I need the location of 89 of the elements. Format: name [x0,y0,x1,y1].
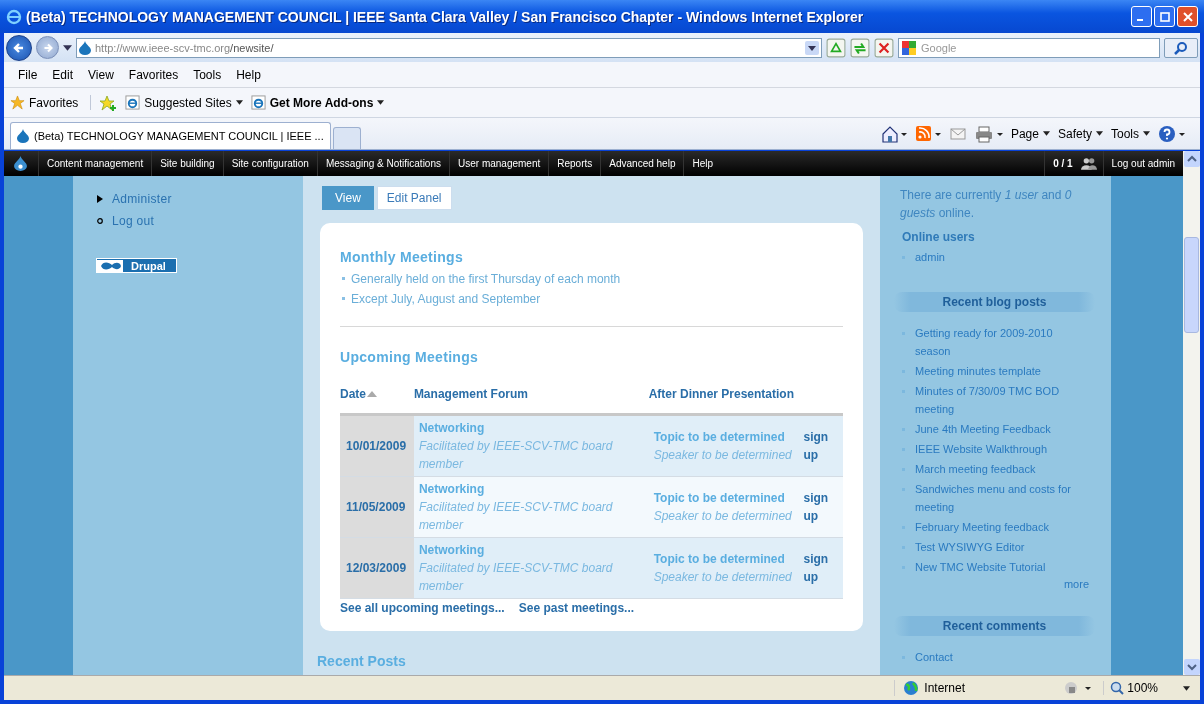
sidebar-link[interactable]: Log out [112,214,155,228]
block-heading: Recent comments [894,616,1095,636]
caret-icon [1143,131,1150,136]
event-note: Facilitated by IEEE-SCV-TMC board member [418,499,614,534]
command-menu[interactable]: Page [1010,126,1050,141]
search-icon [1174,40,1188,55]
menu-item[interactable]: Help [230,67,267,82]
drupal-badge[interactable]: Drupal [96,258,177,273]
window-title: (Beta) TECHNOLOGY MANAGEMENT COUNCIL | IEEE Santa Clara Valley / San Francisco Chapter - Windows Internet Explorer [26,8,865,25]
menu-item[interactable]: View [82,67,120,82]
drop-logo-icon [97,259,123,272]
block-heading: Online users [902,230,976,244]
sidebar-link[interactable]: Administer [112,192,172,206]
security-zone: Internet [894,680,1054,696]
search-button[interactable] [1164,37,1198,58]
date-cell: 10/01/2009 [340,414,414,477]
column-header[interactable]: Date [340,387,366,401]
browser-page-icon [250,95,266,110]
more-link[interactable]: See all upcoming meetings... [340,601,505,615]
minimize-icon [1137,19,1143,21]
favorites-link[interactable]: Get More Add-ons [250,95,385,110]
address-field[interactable]: http://www.ieee-scv-tmc.org/newsite/ [76,37,822,58]
browser-page-icon [125,95,141,110]
caret-icon [1042,131,1050,136]
view-tab[interactable]: Edit Panel [376,186,452,210]
menu-item[interactable]: Favorites [122,67,185,82]
date-cell: 12/03/2009 [340,537,414,599]
compatibility-icon[interactable] [826,37,846,58]
list-text: Generally held on the first Thursday of each month [351,271,621,286]
scrollbar-thumb[interactable] [1184,237,1199,333]
history-caret-icon[interactable] [63,44,72,51]
back-button[interactable] [6,34,32,61]
scroll-down-icon[interactable] [1184,659,1200,675]
globe-icon [903,680,920,696]
date-cell: 11/05/2009 [340,476,414,538]
users-icon [1080,157,1097,170]
caret-icon [1096,131,1103,136]
event-note: Speaker to be determined [653,569,793,586]
favorites-link[interactable]: Suggested Sites [125,95,243,110]
section-heading: Monthly Meetings [340,249,465,265]
caret-icon [235,100,243,105]
favorites-button[interactable]: Favorites [10,95,92,110]
browser-tab[interactable]: (Beta) TECHNOLOGY MANAGEMENT COUNCIL | IEEE ... [10,122,331,149]
command-menu[interactable]: Safety [1057,126,1103,141]
list-text: Except July, August and September [351,291,541,306]
event-note: Speaker to be determined [653,447,793,464]
caret-icon [1183,685,1190,691]
collapsed-arrow-icon [97,195,103,203]
print-icon[interactable] [974,124,1003,143]
menu-item[interactable]: Tools [187,67,228,82]
drop-icon [17,129,29,143]
event-note: Facilitated by IEEE-SCV-TMC board member [418,438,614,473]
menu-item[interactable]: Edit [46,67,80,82]
refresh-icon[interactable] [850,37,870,58]
caret-icon [377,100,385,105]
maximize-icon [1159,11,1170,22]
stop-icon[interactable] [874,37,894,58]
search-provider-icon [902,40,916,55]
menu-item[interactable]: File [12,67,44,82]
help-icon[interactable] [1158,124,1186,143]
close-icon [1182,11,1193,22]
feed-icon[interactable] [914,124,941,143]
close-button[interactable] [1177,6,1198,27]
event-note: Facilitated by IEEE-SCV-TMC board member [418,560,614,595]
star-icon [10,95,25,110]
view-tab[interactable]: View [322,186,374,210]
drop-icon[interactable] [14,156,27,171]
scroll-up-icon[interactable] [1184,151,1200,167]
add-favorite-icon[interactable] [99,94,118,111]
event-note: Speaker to be determined [653,508,793,525]
section-heading: Upcoming Meetings [340,349,480,365]
command-menu[interactable]: Tools [1111,126,1150,141]
browser-logo-icon [6,8,22,25]
block-heading: Recent blog posts [894,292,1095,312]
drop-icon [79,40,91,55]
dropdown-caret-icon[interactable] [805,40,819,55]
home-icon[interactable] [880,124,907,143]
minimize-button[interactable] [1131,6,1152,27]
zoom-icon [1110,681,1125,695]
online-status-text: There are currently 1 user and 0 guests online. [900,187,1073,222]
more-link[interactable]: See past meetings... [518,601,635,615]
zoom-control[interactable]: 100% [1103,681,1190,695]
column-header[interactable]: After Dinner Presentation [648,385,795,403]
maximize-button[interactable] [1154,6,1175,27]
bullet-icon [97,218,103,224]
column-header[interactable]: Management Forum [413,387,528,401]
search-field[interactable]: Google [898,37,1160,58]
protected-mode-icon[interactable] [1063,680,1094,696]
section-heading: Recent Posts [317,653,407,669]
